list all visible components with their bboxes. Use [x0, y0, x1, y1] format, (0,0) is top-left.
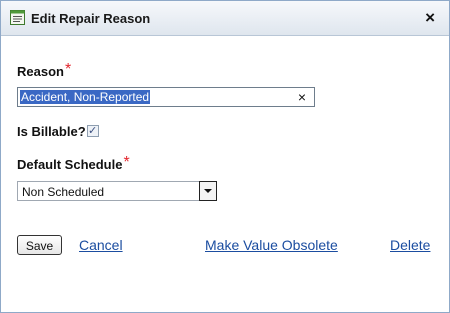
billable-label: Is Billable?: [17, 124, 86, 139]
default-schedule-select[interactable]: Non Scheduled: [17, 181, 217, 201]
delete-link[interactable]: Delete: [390, 237, 430, 253]
billable-checkbox[interactable]: ✓: [87, 125, 99, 137]
reason-input[interactable]: Accident, Non-Reported ×: [17, 87, 315, 107]
dialog-titlebar: Edit Repair Reason ×: [1, 1, 449, 36]
chevron-down-icon: [204, 189, 212, 193]
make-value-obsolete-link[interactable]: Make Value Obsolete: [205, 237, 338, 253]
reason-input-value[interactable]: Accident, Non-Reported: [20, 90, 151, 104]
dropdown-button[interactable]: [199, 181, 217, 201]
save-button[interactable]: Save: [17, 235, 62, 255]
checkmark-icon: ✓: [88, 125, 98, 137]
form-icon: [10, 10, 25, 25]
required-asterisk: *: [123, 154, 130, 171]
cancel-link[interactable]: Cancel: [79, 237, 123, 253]
edit-repair-reason-dialog: Edit Repair Reason × Reason* Accident, N…: [0, 0, 450, 313]
default-schedule-label: Default Schedule*: [17, 154, 130, 174]
default-schedule-label-text: Default Schedule: [17, 157, 123, 172]
reason-label: Reason*: [17, 61, 72, 81]
required-asterisk: *: [64, 61, 72, 78]
clear-icon[interactable]: ×: [298, 89, 306, 105]
dialog-title: Edit Repair Reason: [31, 11, 151, 26]
close-icon[interactable]: ×: [425, 8, 435, 28]
reason-label-text: Reason: [17, 64, 64, 79]
default-schedule-value[interactable]: Non Scheduled: [22, 185, 104, 199]
